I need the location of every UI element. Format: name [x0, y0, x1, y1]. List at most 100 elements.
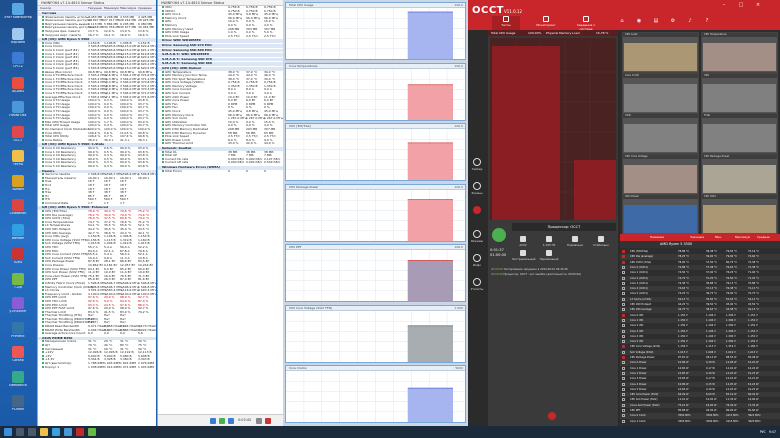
sensor-list[interactable]: VDD 0,756 В 0,756 В 0,756 В VDDCI 0,750 В 0,75… [158, 6, 283, 173]
stop-button[interactable] [548, 412, 556, 420]
search-icon[interactable] [16, 428, 24, 436]
graph-toggle-checkbox[interactable] [622, 313, 625, 317]
desktop-shortcut[interactable]: HWiNFO64 [3, 101, 33, 127]
sensor-group[interactable]: Drive: WDC WD10EZEX [158, 39, 283, 43]
sensor-column-header[interactable]: Среднее [757, 234, 770, 241]
desktop-shortcut[interactable]: 3DMark [3, 174, 33, 201]
graph-toggle-checkbox[interactable] [622, 393, 625, 397]
mini-graph[interactable]: Core 0 VID [622, 72, 699, 114]
graph-toggle-checkbox[interactable] [622, 271, 625, 275]
graph-toggle-checkbox[interactable] [622, 287, 625, 291]
occt-icon[interactable] [76, 428, 84, 436]
desktop-shortcut[interactable]: Тесты [3, 150, 33, 176]
minimize-icon[interactable]: – [720, 2, 728, 8]
graph-toggle-checkbox[interactable] [622, 350, 625, 354]
mini-graph[interactable]: CPU Package Power [701, 153, 778, 195]
chart-icon[interactable]: ▤ [652, 18, 660, 24]
graph-toggle-checkbox[interactable] [622, 387, 625, 391]
graph-toggle-checkbox[interactable] [622, 419, 625, 423]
mini-graph[interactable]: GPU Power [622, 194, 699, 235]
sensor-row[interactable]: Average Active Core Count 6,0 0,0 6,0 5,6 [38, 332, 156, 336]
graph-toggle-checkbox[interactable] [622, 398, 625, 402]
sound-icon[interactable]: ♪ [686, 18, 694, 24]
sidebar-timer[interactable]: Таймер [469, 158, 485, 171]
sensor-column-header[interactable]: Значение [690, 234, 704, 241]
tab-tests[interactable]: Тесты [492, 16, 520, 30]
desktop-shortcut[interactable]: Geekbench [3, 370, 33, 397]
sensor-row[interactable]: GPU Thermal Limit 43,0 % 42,0 % 44,0 % [158, 142, 283, 146]
reset-icon[interactable] [219, 418, 225, 424]
sensor-row[interactable]: Command Rate 1 T 1 T 1 T [38, 201, 156, 206]
sensor-graph[interactable]: CPU Package Power 100,0 [285, 183, 466, 242]
sensor-row[interactable]: Current UP rate 0,000 КБ/с 0,000 КБ/с 0,549… [158, 161, 283, 165]
graph-toggle-checkbox[interactable] [622, 292, 625, 296]
mini-graph[interactable]: Total [701, 113, 778, 154]
column-title[interactable]: Максимум [120, 6, 136, 11]
settings-icon[interactable] [256, 418, 262, 424]
close-icon[interactable] [265, 418, 271, 424]
log-icon[interactable] [228, 418, 234, 424]
mini-graph[interactable]: CPU Core Voltage [622, 153, 699, 195]
sensor-graph[interactable]: CPU Core Voltage (SVI2 TFN) 1,500 [285, 304, 466, 363]
sensor-group[interactable]: Drive: Samsung SSD 970 EVO [158, 43, 283, 48]
sidebar-screen[interactable]: Экраны [469, 182, 485, 195]
sidebar-mode[interactable]: Режимы [469, 230, 485, 243]
close-icon[interactable]: × [754, 2, 762, 8]
sensor-group[interactable]: S.M.A.R.T.: WDC WD10EZEX [158, 53, 283, 57]
graph-toggle-checkbox[interactable] [622, 255, 625, 259]
graph-toggle-checkbox[interactable] [622, 276, 625, 280]
settings-icon[interactable]: ⚙ [669, 18, 677, 24]
camera-icon[interactable]: ◉ [635, 18, 643, 24]
start-icon[interactable] [4, 428, 12, 436]
column-header[interactable]: Сенсор Текущее Минимум Максимум Среднее [38, 6, 156, 11]
explorer-icon[interactable] [40, 428, 48, 436]
hwinfo-window-right[interactable]: HWiNFO64 v7.14-4610 Sensor Status VDD 0,7… [157, 0, 283, 426]
graph-toggle-checkbox[interactable] [622, 265, 625, 269]
desktop-shortcut[interactable]: 7-Zip [3, 272, 33, 299]
sidebar-tools[interactable]: Утилиты [469, 278, 485, 291]
sensor-column-header[interactable]: Максимум [735, 234, 750, 241]
sensor-row[interactable]: Total Errors 0 0 0 [158, 169, 283, 174]
mini-graph[interactable]: CPU Load [622, 32, 699, 73]
graph-toggle-checkbox[interactable] [622, 318, 625, 322]
graph-toggle-checkbox[interactable] [622, 297, 625, 301]
desktop-shortcut[interactable]: x264 [3, 248, 33, 274]
occt-window[interactable]: OCCT V11.0.12 Тесты Мониторинг Сведения о … [468, 0, 780, 426]
graph-toggle-checkbox[interactable] [622, 334, 625, 338]
sensor-row[interactable]: Корпус 1 1 038 RPM 1 014 RPM 1 071 RPM 1 043… [38, 365, 156, 370]
graph-toggle-checkbox[interactable] [622, 403, 625, 407]
sidebar-fire[interactable] [469, 206, 485, 215]
mini-graph[interactable]: VDD [622, 113, 699, 154]
sensor-graph[interactable]: CPU PPT 100,0 [285, 244, 466, 302]
mini-graph[interactable]: CPU SVI2 [701, 194, 778, 235]
sensor-column-header[interactable]: Название [650, 234, 664, 241]
graph-toggle-checkbox[interactable] [622, 308, 625, 312]
tab-monitor[interactable]: Мониторинг [532, 16, 560, 27]
graph-toggle-checkbox[interactable] [622, 303, 625, 306]
app-icon[interactable] [88, 428, 96, 436]
desktop-shortcut[interactable]: y-cruncher [3, 297, 33, 323]
graph-toggle-checkbox[interactable] [622, 414, 625, 418]
task-view-icon[interactable] [28, 428, 36, 436]
mini-graph[interactable]: CPU Temperature [701, 32, 778, 73]
graph-toggle-checkbox[interactable] [622, 356, 625, 359]
column-title[interactable]: Сенсор [40, 6, 51, 11]
graph-toggle-checkbox[interactable] [622, 324, 625, 328]
sensor-row[interactable]: Core 1 Clock 3594 MHz 3594 MHz 4115 MHz 3620… [620, 419, 780, 424]
graph-toggle-checkbox[interactable] [622, 281, 625, 285]
graph-toggle-checkbox[interactable] [622, 329, 625, 333]
desktop-shortcut[interactable]: PCMark [3, 395, 33, 421]
graph-toggle-checkbox[interactable] [622, 345, 625, 349]
column-title[interactable]: Текущее [88, 6, 102, 11]
desktop-shortcut[interactable]: OCCT [3, 125, 33, 152]
sensor-group[interactable]: S.M.A.R.T.: Samsung SSD 970 [158, 57, 283, 62]
sensor-list[interactable]: Система Физическая память использ. 4 453 М… [38, 12, 156, 369]
home-icon[interactable]: ⌂ [618, 18, 626, 24]
browser-icon[interactable] [52, 428, 60, 436]
column-title[interactable]: Среднее [138, 6, 152, 11]
graph-toggle-checkbox[interactable] [622, 371, 625, 375]
cpu-group[interactable]: AMD Ryzen 5 3500 [620, 241, 780, 248]
maximize-icon[interactable]: □ [737, 2, 745, 8]
graph-toggle-checkbox[interactable] [622, 361, 625, 365]
desktop-shortcut[interactable]: Корзина [3, 27, 33, 54]
